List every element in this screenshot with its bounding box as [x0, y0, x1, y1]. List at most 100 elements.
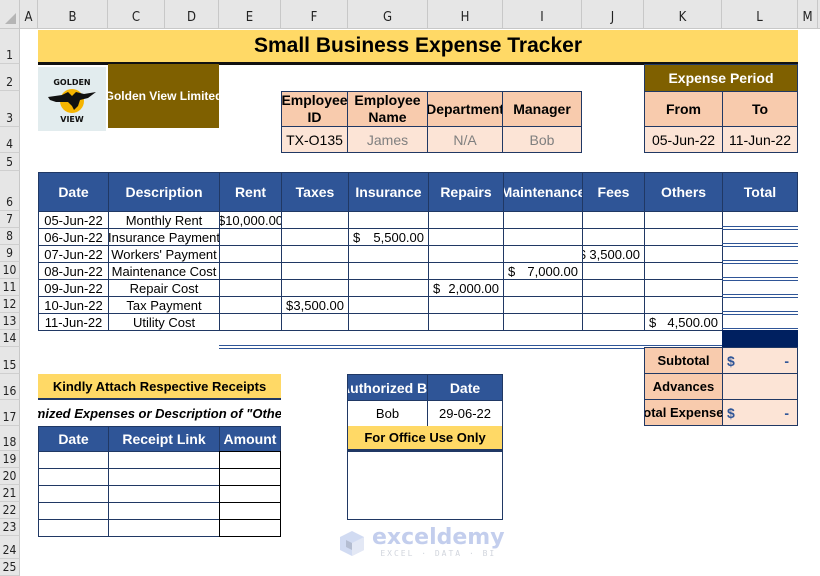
- receipt-link-cell[interactable]: [108, 519, 220, 537]
- insurance-cell[interactable]: [348, 262, 429, 280]
- insurance-cell[interactable]: [348, 245, 429, 263]
- receipts-subtitle[interactable]: Itemized Expenses or Description of "Oth…: [38, 401, 281, 426]
- period-from-value[interactable]: 05-Jun-22: [644, 126, 723, 153]
- date-cell[interactable]: 05-Jun-22: [38, 211, 109, 229]
- receipts-banner[interactable]: Kindly Attach Respective Receipts: [38, 374, 281, 400]
- fees-cell[interactable]: [582, 228, 645, 246]
- taxes-cell[interactable]: [281, 228, 349, 246]
- column-header-j[interactable]: J: [582, 0, 644, 29]
- description-cell[interactable]: Monthly Rent: [108, 211, 220, 229]
- advances-value[interactable]: [722, 373, 798, 400]
- others-cell[interactable]: $4,500.00: [644, 313, 723, 331]
- taxes-cell[interactable]: $3,500.00: [281, 296, 349, 314]
- others-cell[interactable]: [644, 211, 723, 229]
- row-header-4[interactable]: 4: [0, 127, 20, 153]
- receipt-amount-cell[interactable]: [219, 485, 281, 503]
- others-cell[interactable]: [644, 279, 723, 297]
- description-cell[interactable]: Workers' Payment: [108, 245, 220, 263]
- row-header-7[interactable]: 7: [0, 211, 20, 228]
- row-header-18[interactable]: 18: [0, 426, 20, 451]
- authorization-date-value[interactable]: 29-06-22: [427, 400, 503, 427]
- row-header-8[interactable]: 8: [0, 228, 20, 245]
- receipt-amount-cell[interactable]: [219, 468, 281, 486]
- receipt-link-cell[interactable]: [108, 502, 220, 520]
- receipt-amount-cell[interactable]: [219, 502, 281, 520]
- repairs-cell[interactable]: [428, 262, 504, 280]
- row-header-20[interactable]: 20: [0, 468, 20, 485]
- row-header-23[interactable]: 23: [0, 519, 20, 536]
- receipt-link-cell[interactable]: [108, 468, 220, 486]
- rent-cell[interactable]: [219, 228, 282, 246]
- repairs-cell[interactable]: $2,000.00: [428, 279, 504, 297]
- rent-cell[interactable]: [219, 279, 282, 297]
- taxes-cell[interactable]: [281, 245, 349, 263]
- column-header-e[interactable]: E: [219, 0, 281, 29]
- company-name[interactable]: Golden View Limited: [108, 64, 219, 128]
- others-cell[interactable]: [644, 296, 723, 314]
- fees-cell[interactable]: [582, 262, 645, 280]
- maintenance-cell[interactable]: [503, 228, 583, 246]
- rent-cell[interactable]: [219, 262, 282, 280]
- description-cell[interactable]: Maintenance Cost: [108, 262, 220, 280]
- subtotal-value[interactable]: $ -: [722, 347, 798, 374]
- insurance-cell[interactable]: [348, 296, 429, 314]
- insurance-cell[interactable]: [348, 313, 429, 331]
- department-value[interactable]: N/A: [427, 126, 503, 153]
- column-header-b[interactable]: B: [38, 0, 108, 29]
- row-header-1[interactable]: 1: [0, 29, 20, 64]
- row-header-24[interactable]: 24: [0, 536, 20, 559]
- insurance-cell[interactable]: [348, 279, 429, 297]
- maintenance-cell[interactable]: [503, 245, 583, 263]
- taxes-cell[interactable]: [281, 279, 349, 297]
- insurance-cell[interactable]: [348, 211, 429, 229]
- repairs-cell[interactable]: [428, 211, 504, 229]
- office-use-area[interactable]: [347, 451, 503, 520]
- fees-cell[interactable]: [582, 279, 645, 297]
- manager-value[interactable]: Bob: [502, 126, 582, 153]
- row-header-10[interactable]: 10: [0, 262, 20, 279]
- date-cell[interactable]: 11-Jun-22: [38, 313, 109, 331]
- receipt-link-cell[interactable]: [108, 451, 220, 469]
- row-header-2[interactable]: 2: [0, 64, 20, 91]
- date-cell[interactable]: 07-Jun-22: [38, 245, 109, 263]
- column-header-m[interactable]: M: [798, 0, 818, 29]
- fees-cell[interactable]: [582, 211, 645, 229]
- others-cell[interactable]: [644, 228, 723, 246]
- receipt-link-cell[interactable]: [108, 485, 220, 503]
- column-header-g[interactable]: G: [348, 0, 428, 29]
- row-header-15[interactable]: 15: [0, 347, 20, 374]
- row-header-13[interactable]: 13: [0, 313, 20, 330]
- date-cell[interactable]: 06-Jun-22: [38, 228, 109, 246]
- description-cell[interactable]: Utility Cost: [108, 313, 220, 331]
- row-header-3[interactable]: 3: [0, 91, 20, 127]
- insurance-cell[interactable]: $5,500.00: [348, 228, 429, 246]
- fees-cell[interactable]: [582, 313, 645, 331]
- row-header-9[interactable]: 9: [0, 245, 20, 262]
- maintenance-cell[interactable]: [503, 279, 583, 297]
- row-header-6[interactable]: 6: [0, 171, 20, 211]
- column-header-d[interactable]: D: [165, 0, 219, 29]
- column-header-c[interactable]: C: [108, 0, 165, 29]
- column-header-f[interactable]: F: [281, 0, 348, 29]
- row-header-14[interactable]: 14: [0, 330, 20, 347]
- row-header-11[interactable]: 11: [0, 279, 20, 296]
- rent-cell[interactable]: [219, 296, 282, 314]
- date-cell[interactable]: 08-Jun-22: [38, 262, 109, 280]
- others-cell[interactable]: [644, 262, 723, 280]
- taxes-cell[interactable]: [281, 262, 349, 280]
- fees-cell[interactable]: [582, 296, 645, 314]
- page-title[interactable]: Small Business Expense Tracker: [38, 30, 798, 65]
- total-expenses-value[interactable]: $ -: [722, 399, 798, 426]
- employee-id-value[interactable]: TX-O135: [281, 126, 348, 153]
- others-cell[interactable]: [644, 245, 723, 263]
- row-header-5[interactable]: 5: [0, 153, 20, 171]
- date-cell[interactable]: 10-Jun-22: [38, 296, 109, 314]
- fees-cell[interactable]: $ 3,500.00: [582, 245, 645, 263]
- maintenance-cell[interactable]: [503, 211, 583, 229]
- taxes-cell[interactable]: [281, 313, 349, 331]
- row-header-21[interactable]: 21: [0, 485, 20, 502]
- column-header-l[interactable]: L: [722, 0, 798, 29]
- receipt-amount-cell[interactable]: [219, 519, 281, 537]
- description-cell[interactable]: Insurance Payment: [108, 228, 220, 246]
- maintenance-cell[interactable]: [503, 296, 583, 314]
